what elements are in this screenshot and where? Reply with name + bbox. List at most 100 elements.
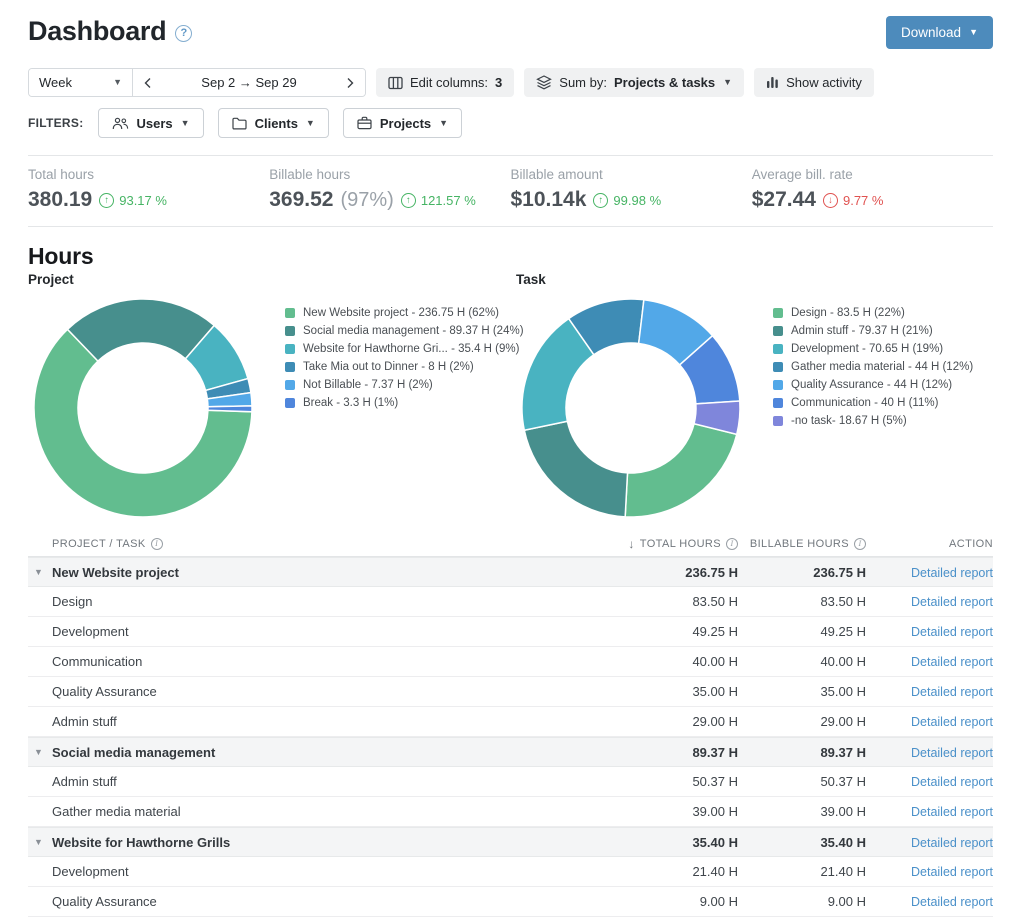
row-expand-caret-icon[interactable]: ▼ <box>34 567 43 577</box>
help-icon[interactable]: ? <box>175 25 192 42</box>
chevron-down-icon: ▼ <box>439 119 448 128</box>
legend-swatch <box>285 398 295 408</box>
legend-label: Take Mia out to Dinner - 8 H (2%) <box>303 361 474 373</box>
legend-swatch <box>285 326 295 336</box>
row-expand-caret-icon[interactable]: ▼ <box>34 837 43 847</box>
row-expand-caret-icon[interactable]: ▼ <box>34 747 43 757</box>
table-row[interactable]: ▼ Admin stuff 29.00 H 29.00 H Detailed r… <box>28 707 993 737</box>
stat-card: Total hours 380.19 ↑ 93.17 % <box>28 167 269 212</box>
legend-item[interactable]: Social media management - 89.37 H (24%) <box>285 322 524 340</box>
legend-item[interactable]: Break - 3.3 H (1%) <box>285 394 524 412</box>
table-row[interactable]: ▼ Quality Assurance 35.00 H 35.00 H Deta… <box>28 677 993 707</box>
legend-item[interactable]: New Website project - 236.75 H (62%) <box>285 304 524 322</box>
donut-slice[interactable] <box>208 406 252 412</box>
table-row[interactable]: ▼ Gather media material 39.00 H 39.00 H … <box>28 797 993 827</box>
billable-hours-cell: 35.00 H <box>738 684 866 699</box>
download-button[interactable]: Download ▼ <box>886 16 993 49</box>
billable-hours-cell: 83.50 H <box>738 594 866 609</box>
edit-columns-label: Edit columns: <box>410 75 488 90</box>
donut-slice[interactable] <box>625 424 737 517</box>
legend-item[interactable]: -no task- 18.67 H (5%) <box>773 412 973 430</box>
col-billable-hours[interactable]: Billable hours i <box>738 538 866 550</box>
filter-clients-button[interactable]: Clients ▼ <box>218 108 329 138</box>
legend-item[interactable]: Take Mia out to Dinner - 8 H (2%) <box>285 358 524 376</box>
donut-slice[interactable] <box>524 421 627 517</box>
detailed-report-link[interactable]: Detailed report <box>911 566 993 580</box>
info-icon[interactable]: i <box>726 538 738 550</box>
detailed-report-link[interactable]: Detailed report <box>911 746 993 760</box>
date-prev-button[interactable] <box>133 69 163 96</box>
detailed-report-link[interactable]: Detailed report <box>911 775 993 789</box>
info-icon[interactable]: i <box>854 538 866 550</box>
edit-columns-value: 3 <box>495 75 502 90</box>
table-row[interactable]: ▼ Communication 40.00 H 40.00 H Detailed… <box>28 647 993 677</box>
stat-delta-value: 121.57 % <box>421 193 476 208</box>
filter-users-button[interactable]: Users ▼ <box>98 108 204 138</box>
table-row[interactable]: ▼ Website for Hawthorne Grills 35.40 H 3… <box>28 827 993 857</box>
date-next-button[interactable] <box>335 69 365 96</box>
table-row[interactable]: ▼ Social media management 89.37 H 89.37 … <box>28 737 993 767</box>
legend-label: Gather media material - 44 H (12%) <box>791 361 973 373</box>
chart-title: Task <box>516 272 1004 292</box>
col-total-hours[interactable]: ↓ Total hours i <box>623 537 738 551</box>
detailed-report-link[interactable]: Detailed report <box>911 595 993 609</box>
table-row[interactable]: ▼ Admin stuff 50.37 H 50.37 H Detailed r… <box>28 767 993 797</box>
sort-desc-icon: ↓ <box>628 537 634 551</box>
page-title: Dashboard <box>28 16 166 47</box>
table-row[interactable]: ▼ Design 83.50 H 83.50 H Detailed report <box>28 587 993 617</box>
col-total-hours-label: Total hours <box>640 538 721 550</box>
col-project-task-label: Project / task <box>52 538 146 550</box>
legend-item[interactable]: Quality Assurance - 44 H (12%) <box>773 376 973 394</box>
download-label: Download <box>901 25 961 40</box>
detailed-report-link[interactable]: Detailed report <box>911 685 993 699</box>
show-activity-button[interactable]: Show activity <box>754 68 874 97</box>
sum-by-button[interactable]: Sum by: Projects & tasks ▼ <box>524 68 744 97</box>
detailed-report-link[interactable]: Detailed report <box>911 655 993 669</box>
info-icon[interactable]: i <box>151 538 163 550</box>
detailed-report-link[interactable]: Detailed report <box>911 625 993 639</box>
project-task-cell: Gather media material <box>52 804 181 819</box>
legend-label: Break - 3.3 H (1%) <box>303 397 398 409</box>
detailed-report-link[interactable]: Detailed report <box>911 715 993 729</box>
stat-delta: ↑ 99.98 % <box>593 193 661 208</box>
legend-item[interactable]: Admin stuff - 79.37 H (21%) <box>773 322 973 340</box>
legend-swatch <box>773 398 783 408</box>
legend-item[interactable]: Website for Hawthorne Gri... - 35.4 H (9… <box>285 340 524 358</box>
billable-hours-cell: 50.37 H <box>738 774 866 789</box>
detailed-report-link[interactable]: Detailed report <box>911 805 993 819</box>
charts-row: ProjectNew Website project - 236.75 H (6… <box>28 272 993 519</box>
chart-project: ProjectNew Website project - 236.75 H (6… <box>28 272 516 519</box>
period-select[interactable]: Week ▼ <box>29 69 133 96</box>
trend-arrow-icon: ↑ <box>99 193 114 208</box>
donut-chart <box>32 297 254 519</box>
legend-label: Not Billable - 7.37 H (2%) <box>303 379 433 391</box>
legend-item[interactable]: Not Billable - 7.37 H (2%) <box>285 376 524 394</box>
total-hours-cell: 35.00 H <box>623 684 738 699</box>
filters-label: FILTERS: <box>28 116 84 130</box>
legend-swatch <box>773 326 783 336</box>
detailed-report-link[interactable]: Detailed report <box>911 895 993 909</box>
detailed-report-link[interactable]: Detailed report <box>911 836 993 850</box>
legend-item[interactable]: Communication - 40 H (11%) <box>773 394 973 412</box>
legend-item[interactable]: Design - 83.5 H (22%) <box>773 304 973 322</box>
legend-swatch <box>773 308 783 318</box>
stat-delta-value: 99.98 % <box>613 193 661 208</box>
billable-hours-cell: 29.00 H <box>738 714 866 729</box>
table-row[interactable]: ▼ New Website project 236.75 H 236.75 H … <box>28 557 993 587</box>
edit-columns-button[interactable]: Edit columns: 3 <box>376 68 514 97</box>
detailed-report-link[interactable]: Detailed report <box>911 865 993 879</box>
chart-legend: New Website project - 236.75 H (62%)Soci… <box>285 297 524 519</box>
legend-item[interactable]: Development - 70.65 H (19%) <box>773 340 973 358</box>
table-row[interactable]: ▼ Development 21.40 H 21.40 H Detailed r… <box>28 857 993 887</box>
project-task-cell: New Website project <box>52 565 179 580</box>
filter-projects-button[interactable]: Projects ▼ <box>343 108 462 138</box>
total-hours-cell: 29.00 H <box>623 714 738 729</box>
period-value: Week <box>39 75 72 90</box>
legend-item[interactable]: Gather media material - 44 H (12%) <box>773 358 973 376</box>
stat-value: $27.44 <box>752 188 816 212</box>
table-row[interactable]: ▼ Quality Assurance 9.00 H 9.00 H Detail… <box>28 887 993 917</box>
total-hours-cell: 40.00 H <box>623 654 738 669</box>
date-range[interactable]: Sep 2 → Sep 29 <box>163 69 335 96</box>
table-row[interactable]: ▼ Development 49.25 H 49.25 H Detailed r… <box>28 617 993 647</box>
col-project-task[interactable]: Project / task i <box>28 538 623 550</box>
